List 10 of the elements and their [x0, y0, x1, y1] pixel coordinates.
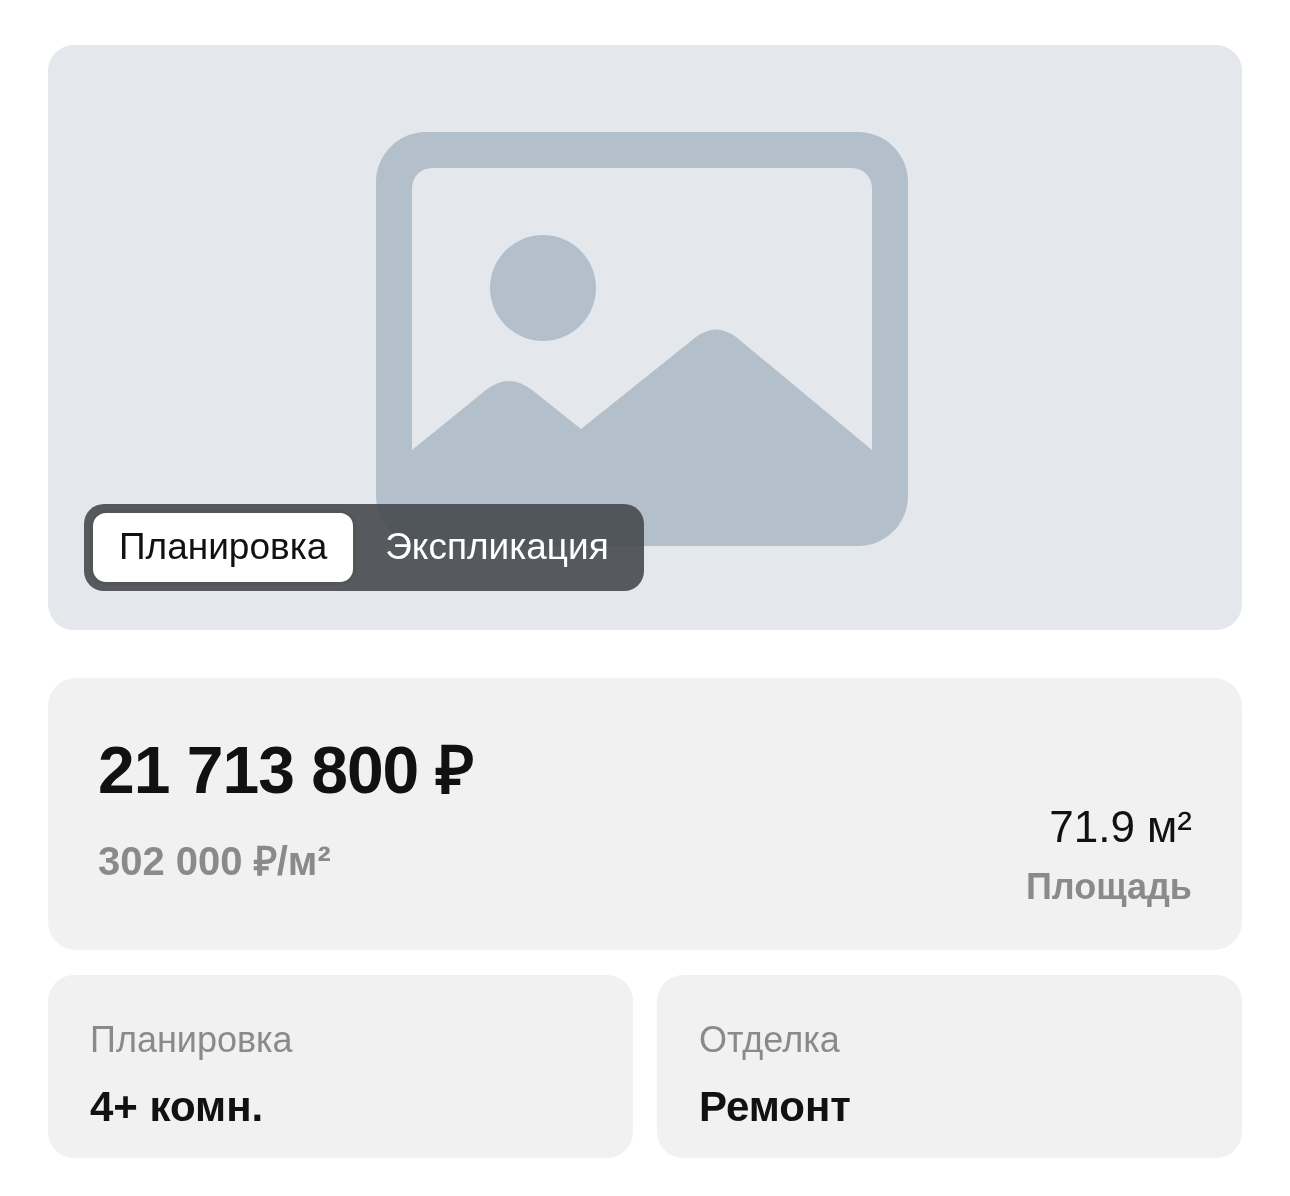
total-price: 21 713 800 ₽: [98, 734, 473, 807]
tab[interactable]: Экспликация: [356, 510, 638, 585]
area-label: Площадь: [1025, 865, 1192, 909]
area-value: 71.9 м²: [1048, 801, 1192, 853]
price-per-meter: 302 000 ₽/м²: [98, 837, 332, 885]
tab[interactable]: Планировка: [90, 510, 357, 585]
feature-label: Планировка: [90, 1018, 294, 1062]
feature-label: Отделка: [699, 1018, 841, 1062]
feature-value: Ремонт: [699, 1082, 852, 1132]
feature-value: 4+ комн.: [90, 1082, 265, 1132]
